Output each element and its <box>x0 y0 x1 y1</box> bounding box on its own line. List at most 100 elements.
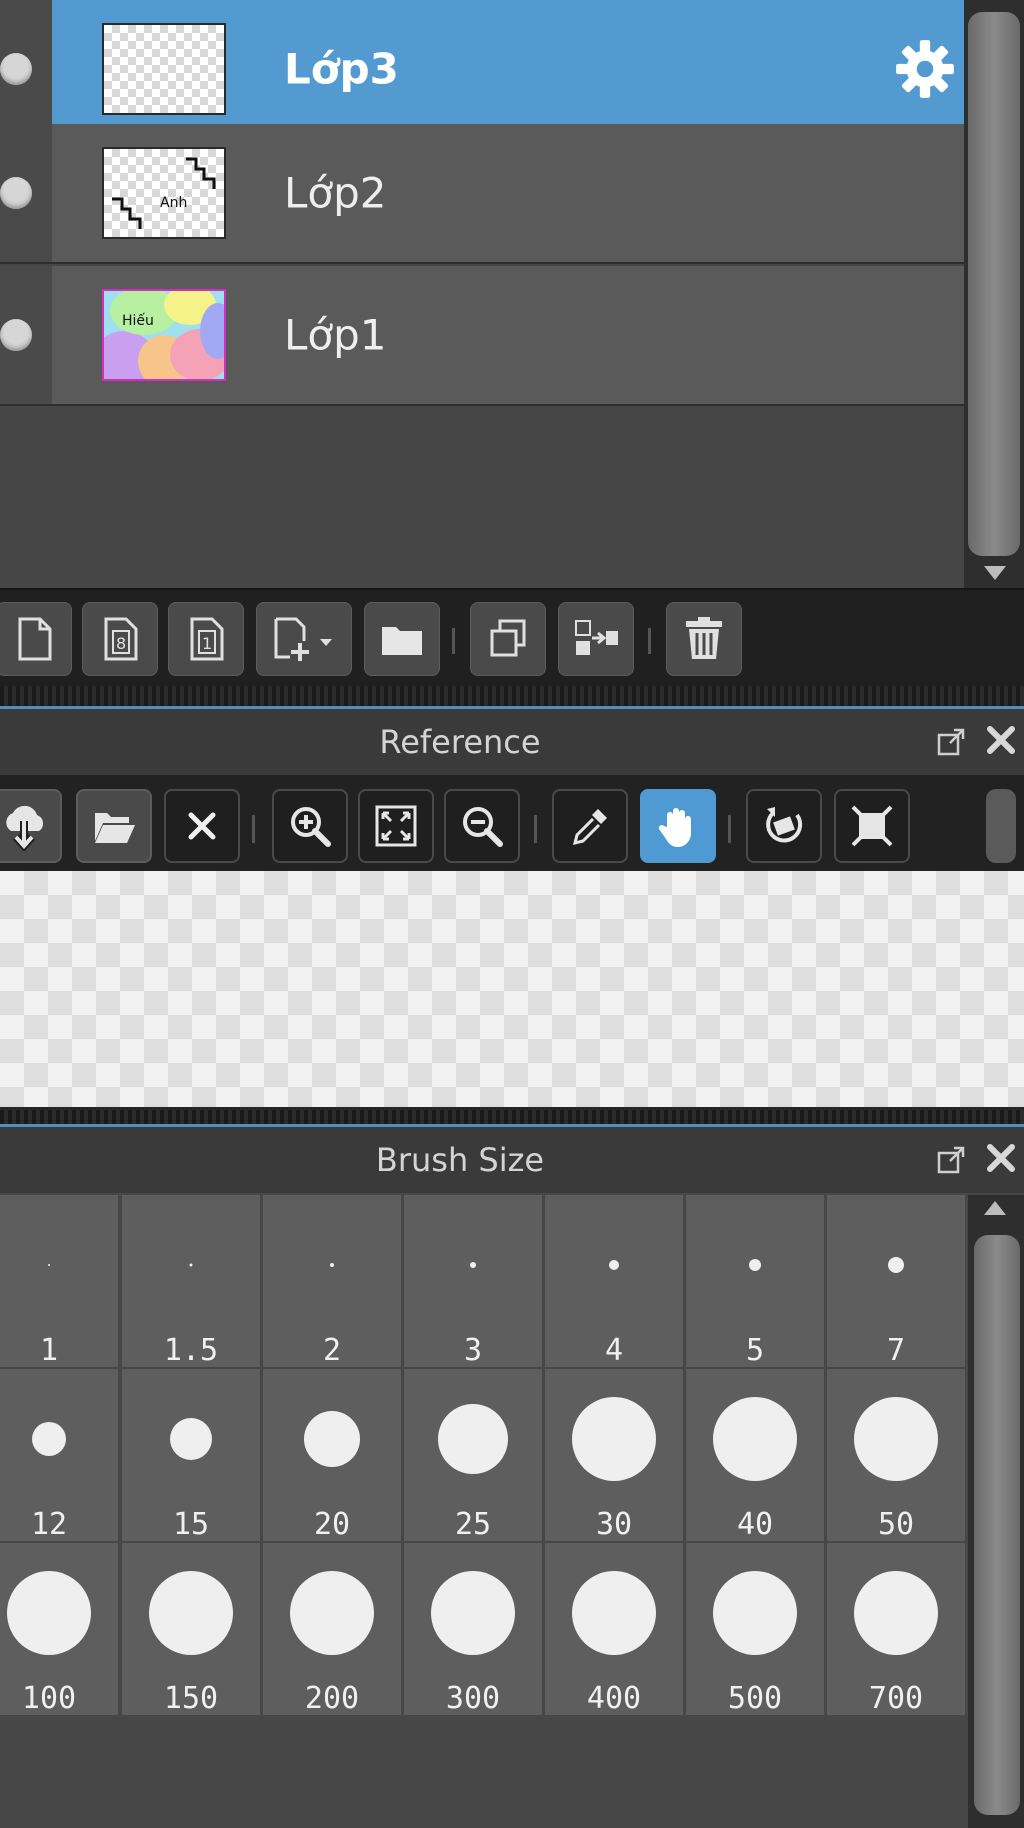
layers-panel: Lớp3 Anh Lớp2 Hiếu Lớp1 <box>0 0 1024 588</box>
new-layer-button[interactable] <box>0 602 72 676</box>
brush-size-cell[interactable]: 12 <box>0 1369 118 1542</box>
open-file-button[interactable] <box>76 789 152 863</box>
layer-row-3[interactable]: Lớp3 <box>0 0 964 140</box>
brush-size-cell[interactable]: 400 <box>545 1543 683 1716</box>
panel-title: Brush Size <box>375 1141 545 1179</box>
brush-size-cell[interactable]: 20 <box>263 1369 401 1542</box>
svg-text:8: 8 <box>116 634 126 653</box>
brush-size-cell[interactable]: 25 <box>404 1369 542 1542</box>
brush-size-cell[interactable]: 7 <box>827 1195 965 1368</box>
eyedropper-button[interactable] <box>552 789 628 863</box>
brush-size-title-bar: Brush Size <box>0 1127 1024 1193</box>
brush-size-cell[interactable]: 2 <box>263 1195 401 1368</box>
brush-size-cell[interactable]: 1.5 <box>122 1195 260 1368</box>
svg-text:Anh: Anh <box>160 195 187 211</box>
brush-size-cell[interactable]: 30 <box>545 1369 683 1542</box>
visibility-dot-icon <box>0 53 32 85</box>
reference-canvas[interactable] <box>0 871 1024 1107</box>
close-icon[interactable] <box>984 1141 1018 1175</box>
reference-toolbar <box>0 775 1024 871</box>
brush-size-cell[interactable]: 500 <box>686 1543 824 1716</box>
new-8bit-layer-button[interactable]: 8 <box>82 602 158 676</box>
brush-size-label: 7 <box>886 1333 906 1368</box>
brush-size-cell[interactable]: 150 <box>122 1543 260 1716</box>
layer-toolbar: 8 1 <box>0 588 1024 686</box>
toolbar-separator <box>728 815 731 843</box>
duplicate-layer-button[interactable] <box>470 602 546 676</box>
brush-size-cell[interactable]: 300 <box>404 1543 542 1716</box>
brush-size-label: 30 <box>595 1507 633 1542</box>
rotate-icon <box>766 807 803 843</box>
fit-window-icon <box>851 805 893 847</box>
colors-thumbnail-icon: Hiếu <box>104 291 224 379</box>
brush-size-cell[interactable]: 40 <box>686 1369 824 1542</box>
brush-size-cell[interactable]: 700 <box>827 1543 965 1716</box>
popout-icon[interactable] <box>936 727 966 757</box>
hand-tool-button[interactable] <box>640 789 716 863</box>
visibility-toggle[interactable] <box>0 0 52 138</box>
import-cloud-button[interactable] <box>0 789 62 863</box>
brush-dot-icon <box>32 1422 66 1456</box>
brush-size-label: 1.5 <box>163 1333 219 1368</box>
brush-size-cell[interactable]: 50 <box>827 1369 965 1542</box>
brush-dot-icon <box>290 1571 374 1655</box>
scrollbar-thumb[interactable] <box>968 12 1020 556</box>
brush-dot-icon <box>609 1260 619 1270</box>
zoom-in-button[interactable] <box>272 789 348 863</box>
toolbar-separator <box>452 628 455 654</box>
brush-size-cell[interactable]: 4 <box>545 1195 683 1368</box>
brush-size-cell[interactable]: 3 <box>404 1195 542 1368</box>
open-folder-icon <box>95 813 135 843</box>
scroll-up-icon[interactable] <box>984 1201 1006 1215</box>
layer-name: Lớp3 <box>284 44 399 94</box>
zoom-out-button[interactable] <box>444 789 520 863</box>
panel-divider[interactable] <box>0 1110 1024 1124</box>
fit-screen-button[interactable] <box>358 789 434 863</box>
popout-icon[interactable] <box>936 1145 966 1175</box>
layer-thumbnail: Hiếu <box>102 289 226 381</box>
new-8bit-layer-icon: 8 <box>104 617 138 661</box>
brush-size-cell[interactable]: 100 <box>0 1543 118 1716</box>
layer-row-1[interactable]: Hiếu Lớp1 <box>0 266 964 406</box>
layer-row-2[interactable]: Anh Lớp2 <box>0 124 964 264</box>
close-icon[interactable] <box>984 723 1018 757</box>
brush-size-label: 20 <box>313 1507 351 1542</box>
brush-dot-icon <box>854 1397 938 1481</box>
layer-list: Lớp3 Anh Lớp2 Hiếu Lớp1 <box>0 0 964 588</box>
brush-size-label: 3 <box>463 1333 483 1368</box>
brush-size-label: 2 <box>322 1333 342 1368</box>
rotate-button[interactable] <box>746 789 822 863</box>
panel-divider[interactable] <box>0 686 1024 708</box>
scroll-down-icon[interactable] <box>984 566 1006 580</box>
clear-reference-button[interactable] <box>164 789 240 863</box>
new-1bit-layer-button[interactable]: 1 <box>168 602 244 676</box>
toolbar-scrollbar[interactable] <box>986 789 1016 863</box>
brush-size-label: 100 <box>21 1681 77 1716</box>
brush-size-cell[interactable]: 5 <box>686 1195 824 1368</box>
visibility-toggle[interactable] <box>0 266 52 404</box>
brush-size-cell[interactable]: 200 <box>263 1543 401 1716</box>
gear-icon[interactable] <box>892 36 958 102</box>
brush-dot-icon <box>304 1411 360 1467</box>
reference-title-bar: Reference <box>0 709 1024 775</box>
fit-window-button[interactable] <box>834 789 910 863</box>
brush-size-cell[interactable]: 15 <box>122 1369 260 1542</box>
merge-down-button[interactable] <box>558 602 634 676</box>
eyedropper-icon <box>572 809 607 846</box>
delete-layer-button[interactable] <box>666 602 742 676</box>
brush-size-cell[interactable]: 1 <box>0 1195 118 1368</box>
visibility-toggle[interactable] <box>0 124 52 262</box>
new-folder-button[interactable] <box>364 602 440 676</box>
brush-size-label: 15 <box>172 1507 210 1542</box>
brush-size-label: 4 <box>604 1333 624 1368</box>
brush-size-label: 40 <box>736 1507 774 1542</box>
fit-screen-icon <box>375 805 417 847</box>
brush-dot-icon <box>431 1571 515 1655</box>
layers-scrollbar[interactable] <box>964 0 1024 588</box>
svg-text:Hiếu: Hiếu <box>122 312 154 329</box>
scrollbar-thumb[interactable] <box>974 1235 1020 1815</box>
brush-dot-icon <box>572 1571 656 1655</box>
brush-size-label: 25 <box>454 1507 492 1542</box>
add-layer-menu-button[interactable] <box>256 602 352 676</box>
brush-size-scrollbar[interactable] <box>968 1195 1024 1828</box>
